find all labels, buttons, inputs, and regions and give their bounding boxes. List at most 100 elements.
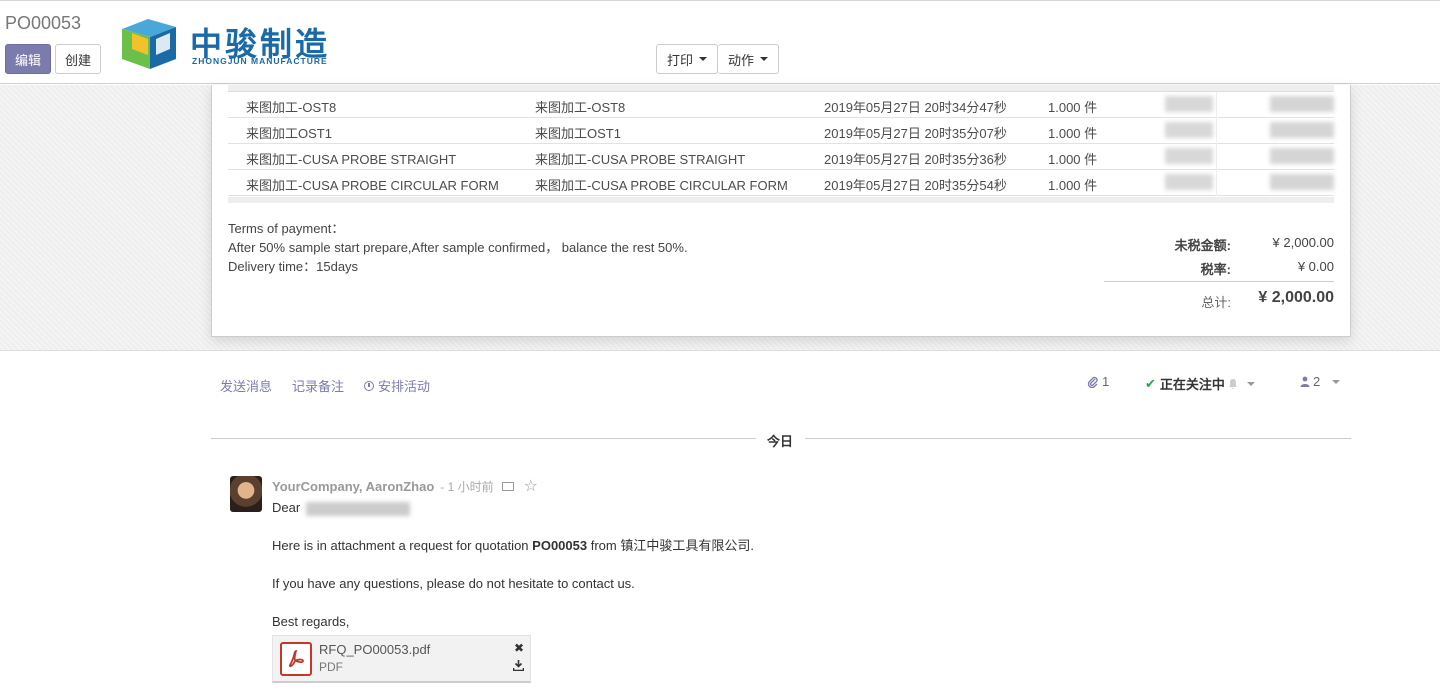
breadcrumb[interactable]: PO00053 <box>5 13 81 34</box>
line-quantity: 1.000 件 <box>1048 100 1098 115</box>
print-dropdown[interactable]: 打印 <box>656 44 719 74</box>
avatar[interactable] <box>230 476 262 512</box>
redacted-unit-price <box>1165 148 1213 164</box>
message-line1-pre: Here is in attachment a request for quot… <box>272 538 533 553</box>
schedule-activity-button[interactable]: 安排活动 <box>364 376 430 395</box>
line-description: 来图加工-OST8 <box>535 100 626 115</box>
line-description: 来图加工OST1 <box>535 126 621 141</box>
line-product: 来图加工-CUSA PROBE STRAIGHT <box>246 152 457 167</box>
redacted-subtotal <box>1270 148 1334 164</box>
column-divider <box>1216 118 1217 144</box>
table-row[interactable]: 来图加工-CUSA PROBE STRAIGHT 来图加工-CUSA PROBE… <box>228 144 1334 170</box>
attachments-button[interactable]: 1 <box>1087 374 1109 389</box>
action-label: 动作 <box>728 52 755 68</box>
caret-down-icon <box>699 57 708 61</box>
message-time: - 1 小时前 <box>440 479 494 494</box>
line-date: 2019年05月27日 20时34分47秒 <box>824 100 1007 115</box>
send-message-button[interactable]: 发送消息 <box>220 376 272 395</box>
order-lines-header <box>228 85 1334 92</box>
attachment-card[interactable]: RFQ_PO00053.pdf PDF ✖ <box>272 635 531 683</box>
star-icon[interactable]: ☆ <box>524 476 538 496</box>
print-label: 打印 <box>667 52 694 68</box>
table-row[interactable]: 来图加工-CUSA PROBE CIRCULAR FORM 来图加工-CUSA … <box>228 170 1334 196</box>
column-divider <box>1216 170 1217 196</box>
tax-label: 税率: <box>1200 262 1231 277</box>
untaxed-value: ¥ 2,000.00 <box>1272 235 1334 250</box>
terms-payment: After 50% sample start prepare,After sam… <box>228 240 688 255</box>
table-row[interactable]: 来图加工OST1 来图加工OST1 2019年05月27日 20时35分07秒 … <box>228 118 1334 144</box>
followers-button[interactable]: 2 <box>1300 374 1341 389</box>
attachment-type: PDF <box>319 660 343 674</box>
message-line1-po: PO00053 <box>532 538 588 553</box>
clock-icon <box>364 380 374 391</box>
line-product: 来图加工OST1 <box>246 126 332 141</box>
caret-down-icon <box>760 57 769 61</box>
totals-separator <box>1104 281 1334 282</box>
message-line1-post: from 镇江中骏工具有限公司. <box>587 538 754 553</box>
line-description: 来图加工-CUSA PROBE CIRCULAR FORM <box>535 178 788 193</box>
schedule-activity-label: 安排活动 <box>378 379 431 394</box>
envelope-icon[interactable] <box>501 481 514 491</box>
line-description: 来图加工-CUSA PROBE STRAIGHT <box>535 152 746 167</box>
message-line3: Best regards, <box>272 614 350 629</box>
logo-name-en: ZHONGJUN MANUFACTURE <box>192 56 328 66</box>
redacted-unit-price <box>1165 96 1213 112</box>
bell-icon <box>1228 378 1237 389</box>
chatter-topbar: 发送消息 记录备注 安排活动 1 ✔ 正在关注中 2 <box>211 374 1351 396</box>
logo-cube-icon <box>122 19 176 69</box>
edit-button[interactable]: 编辑 <box>5 44 51 74</box>
following-label: 正在关注中 <box>1159 377 1225 392</box>
create-button[interactable]: 创建 <box>55 44 101 74</box>
control-panel: PO00053 编辑 创建 中骏制造 ZHONGJUN MANUFACTURE … <box>0 0 1440 84</box>
follow-button[interactable]: ✔ 正在关注中 <box>1145 374 1255 393</box>
line-date: 2019年05月27日 20时35分07秒 <box>824 126 1007 141</box>
message-author[interactable]: YourCompany, AaronZhao <box>272 479 434 494</box>
tax-value: ¥ 0.00 <box>1297 259 1334 274</box>
paperclip-icon <box>1087 376 1098 388</box>
total-value: ¥ 2,000.00 <box>1258 289 1334 306</box>
line-product: 来图加工-CUSA PROBE CIRCULAR FORM <box>246 178 499 193</box>
column-divider <box>1216 144 1217 170</box>
pdf-icon <box>280 642 312 676</box>
close-icon[interactable]: ✖ <box>514 641 524 655</box>
attachments-count: 1 <box>1102 374 1110 389</box>
terms-delivery: Delivery time：15days <box>228 259 359 274</box>
line-quantity: 1.000 件 <box>1048 178 1098 193</box>
redacted-unit-price <box>1165 174 1213 190</box>
redacted-unit-price <box>1165 122 1213 138</box>
followers-count: 2 <box>1313 374 1321 389</box>
untaxed-label: 未税金额: <box>1174 238 1231 253</box>
redacted-subtotal <box>1270 174 1334 190</box>
message-greeting: Dear <box>272 500 301 515</box>
check-icon: ✔ <box>1145 375 1156 391</box>
action-dropdown[interactable]: 动作 <box>718 44 780 74</box>
company-logo: 中骏制造 ZHONGJUN MANUFACTURE <box>112 15 342 71</box>
column-divider <box>1216 92 1217 118</box>
date-divider-left <box>211 438 756 439</box>
download-icon[interactable] <box>512 660 525 674</box>
terms-title: Terms of payment： <box>228 221 345 236</box>
log-note-button[interactable]: 记录备注 <box>292 376 344 395</box>
redacted-subtotal <box>1270 122 1334 138</box>
redacted-recipient-name <box>305 501 410 516</box>
date-divider-right <box>805 438 1351 439</box>
total-row: 总计: ¥ 2,000.00 <box>1104 286 1334 310</box>
redacted-subtotal <box>1270 96 1334 112</box>
attachment-name[interactable]: RFQ_PO00053.pdf <box>319 642 430 657</box>
tax-row: 税率: ¥ 0.00 <box>1104 255 1334 279</box>
message-line2: If you have any questions, please do not… <box>272 576 635 591</box>
line-date: 2019年05月27日 20时35分36秒 <box>824 152 1007 167</box>
order-lines-footer <box>228 197 1334 203</box>
untaxed-row: 未税金额: ¥ 2,000.00 <box>1104 231 1334 255</box>
chevron-down-icon[interactable] <box>1246 381 1255 386</box>
toolbar-dropdowns: 打印 动作 <box>656 44 780 74</box>
line-quantity: 1.000 件 <box>1048 126 1098 141</box>
order-totals: 未税金额: ¥ 2,000.00 税率: ¥ 0.00 总计: ¥ 2,000.… <box>1104 231 1334 310</box>
line-date: 2019年05月27日 20时35分54秒 <box>824 178 1007 193</box>
form-sheet: 来图加工-OST8 来图加工-OST8 2019年05月27日 20时34分47… <box>211 85 1351 337</box>
table-row[interactable]: 来图加工-OST8 来图加工-OST8 2019年05月27日 20时34分47… <box>228 92 1334 118</box>
message-header: YourCompany, AaronZhao - 1 小时前 ☆ <box>272 476 538 496</box>
line-quantity: 1.000 件 <box>1048 152 1098 167</box>
chevron-down-icon <box>1332 379 1341 384</box>
user-icon <box>1300 376 1310 387</box>
